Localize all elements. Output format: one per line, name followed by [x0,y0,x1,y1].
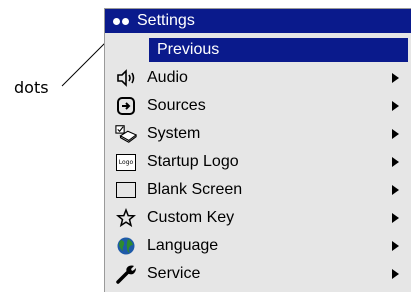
settings-menu: Settings Previous Audio Sources System L… [104,8,411,292]
menu-item-label: Sources [147,97,206,114]
menu-item-blank-screen[interactable]: Blank Screen [105,176,411,204]
menu-item-custom-key[interactable]: Custom Key [105,204,411,232]
speaker-icon [115,67,137,89]
menu-item-service[interactable]: Service [105,260,411,288]
submenu-arrow-icon [392,269,399,279]
menu-item-label: Startup Logo [147,153,239,170]
menu-title: Settings [137,12,195,29]
star-icon [115,207,137,229]
menu-dots-icon [113,17,131,25]
menu-item-label: Blank Screen [147,181,243,198]
submenu-arrow-icon [392,241,399,251]
source-icon [115,95,137,117]
previous-button[interactable]: Previous [149,38,408,62]
menu-header: Settings [105,9,411,33]
menu-item-sources[interactable]: Sources [105,92,411,120]
submenu-arrow-icon [392,185,399,195]
submenu-arrow-icon [392,73,399,83]
submenu-arrow-icon [392,157,399,167]
submenu-arrow-icon [392,129,399,139]
previous-label: Previous [157,41,220,58]
system-icon [115,123,137,145]
submenu-arrow-icon [392,101,399,111]
menu-item-audio[interactable]: Audio [105,64,411,92]
globe-icon [115,235,137,257]
submenu-arrow-icon [392,213,399,223]
menu-item-startup-logo[interactable]: Logo Startup Logo [105,148,411,176]
menu-item-label: Audio [147,69,188,86]
menu-item-label: Custom Key [147,209,235,226]
menu-item-label: Language [147,237,219,254]
logo-icon-text: Logo [116,153,136,171]
blank-screen-icon [115,179,137,201]
logo-icon: Logo [115,151,137,173]
menu-item-label: Service [147,265,201,282]
menu-item-label: System [147,125,201,142]
wrench-icon [115,263,137,285]
menu-item-language[interactable]: Language [105,232,411,260]
menu-item-system[interactable]: System [105,120,411,148]
